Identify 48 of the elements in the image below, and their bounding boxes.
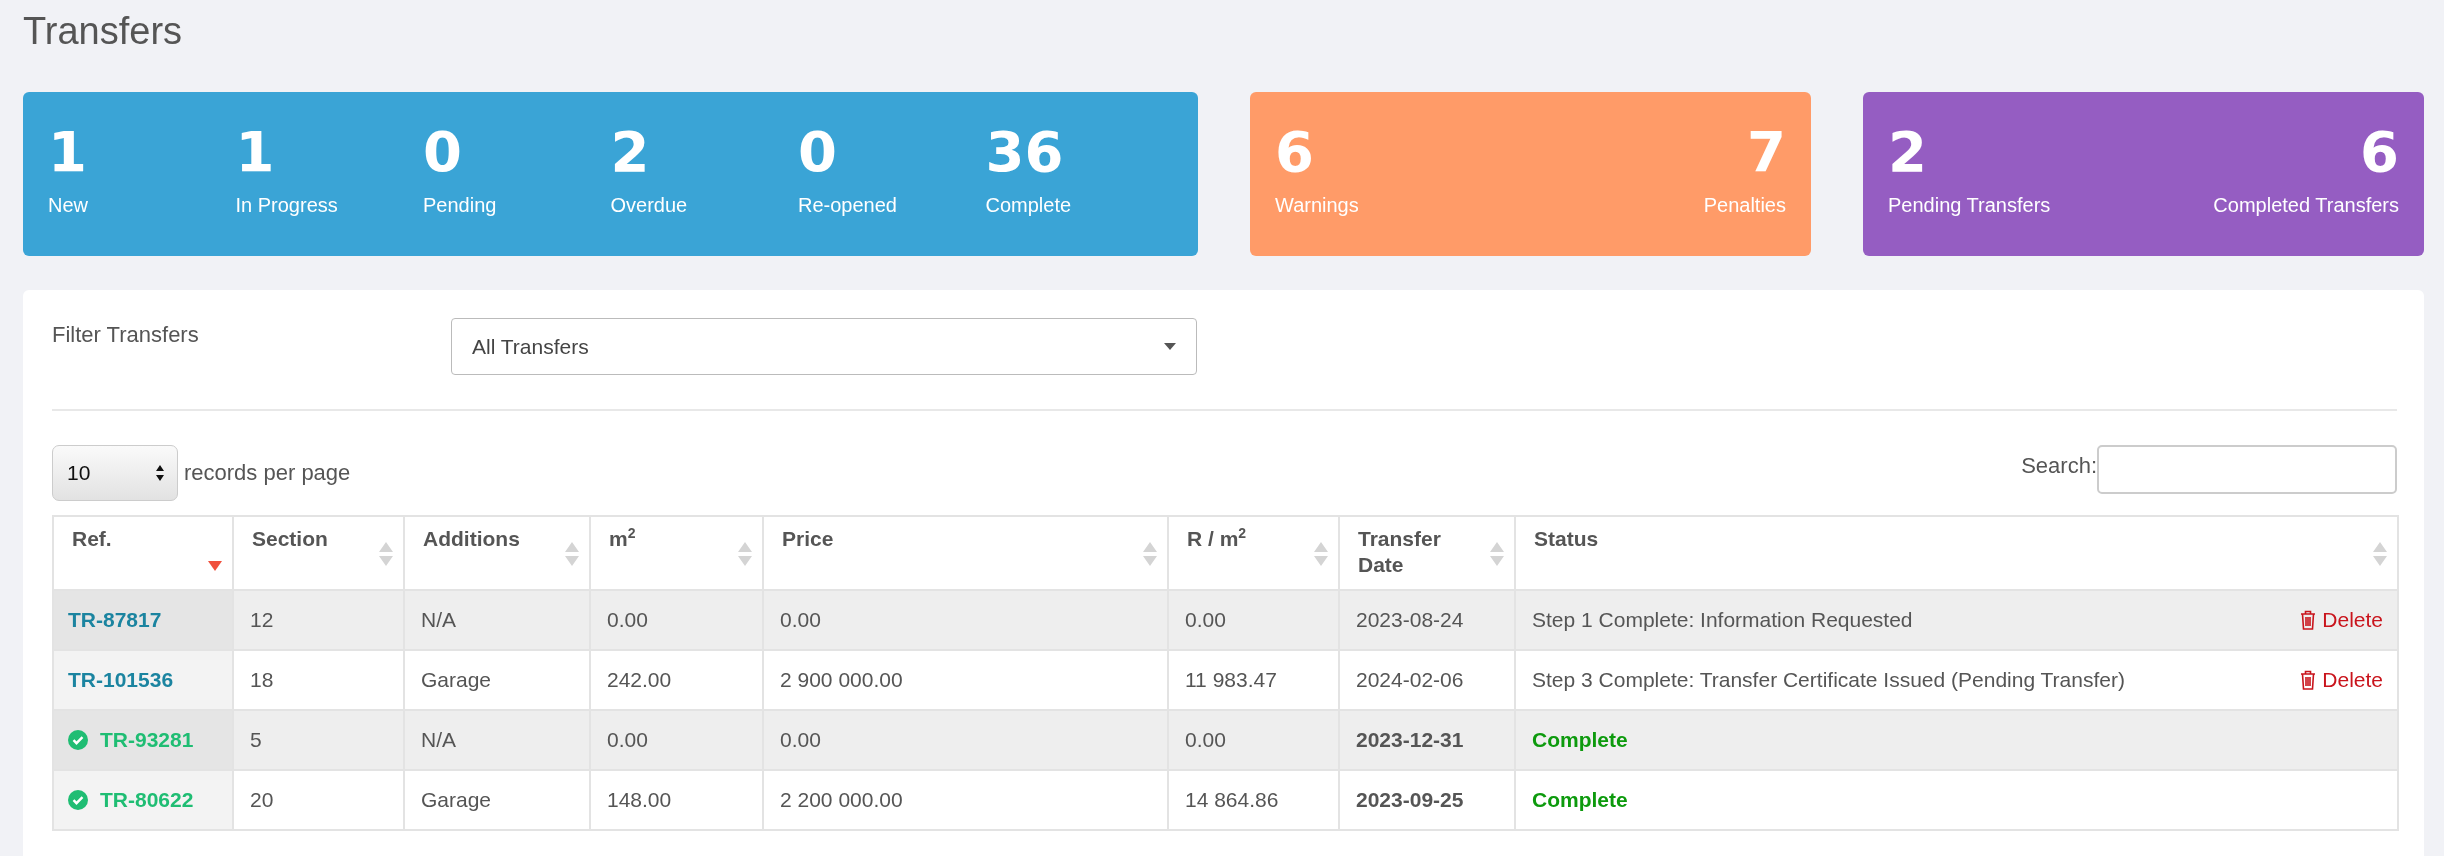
delete-button[interactable]: Delete (2300, 607, 2383, 633)
stat-value: 7 (1747, 122, 1786, 182)
trash-icon (2300, 670, 2317, 690)
stat-value: 6 (2360, 122, 2399, 182)
stat-value: 1 (48, 122, 87, 182)
stat-label: Pending Transfers (1888, 193, 2051, 218)
search-label: Search: (2021, 452, 2097, 479)
stat-label: Complete (985, 193, 1072, 218)
stat-value: 0 (423, 122, 462, 182)
caret-icon (1164, 343, 1176, 350)
column-header[interactable]: Ref. (72, 526, 112, 581)
filter-label: Filter Transfers (52, 321, 200, 349)
stat-value: 0 (798, 122, 837, 182)
stat-value: 2 (1888, 122, 1927, 182)
table-cell: 14 864.86 (1168, 770, 1339, 830)
stat-label: Penalties (1703, 193, 1786, 218)
trash-icon (2300, 610, 2317, 630)
stat-value: 2 (610, 122, 650, 182)
stat-label: Pending (423, 193, 497, 218)
stat-value: 6 (1275, 122, 1314, 182)
page-size-select[interactable]: 10 (52, 445, 178, 501)
status-text: Complete (1532, 787, 1628, 813)
status-text: Step 3 Complete: Transfer Certificate Issued (Pending Transfer) (1532, 667, 2125, 693)
spinner-icon (155, 464, 165, 482)
delete-button[interactable]: Delete (2300, 667, 2383, 693)
search-field[interactable] (2097, 445, 2397, 494)
stat-label: New (48, 193, 88, 218)
table-cell: 2023-09-25 (1339, 770, 1515, 830)
column-header[interactable]: Status (1534, 526, 1599, 581)
stat-label: Warnings (1275, 193, 1359, 218)
stat-label: Re-opened (798, 193, 897, 218)
status-text: Complete (1532, 727, 1628, 753)
stat-value: 1 (235, 122, 275, 182)
table-cell: Garage (404, 770, 590, 830)
stat-label: Overdue (610, 193, 688, 218)
status-text: Step 1 Complete: Information Requested (1532, 607, 1913, 633)
table-cell: 148.00 (590, 770, 763, 830)
table-cell: 2 200 000.00 (763, 770, 1168, 830)
transfer-link[interactable]: TR-101536 (68, 667, 174, 693)
stat-value: 36 (985, 122, 1064, 182)
stat-label: In Progress (235, 193, 338, 218)
filter-dropdown[interactable]: All Transfers (451, 318, 1197, 375)
table-cell: 20 (233, 770, 404, 830)
column-header[interactable]: Price (782, 526, 834, 581)
stat-label: Completed Transfers (2213, 193, 2399, 218)
page-size-label: records per page (184, 460, 351, 486)
column-header[interactable]: m$^{2}$ (609, 526, 636, 581)
page-title: Transfers (23, 9, 184, 54)
